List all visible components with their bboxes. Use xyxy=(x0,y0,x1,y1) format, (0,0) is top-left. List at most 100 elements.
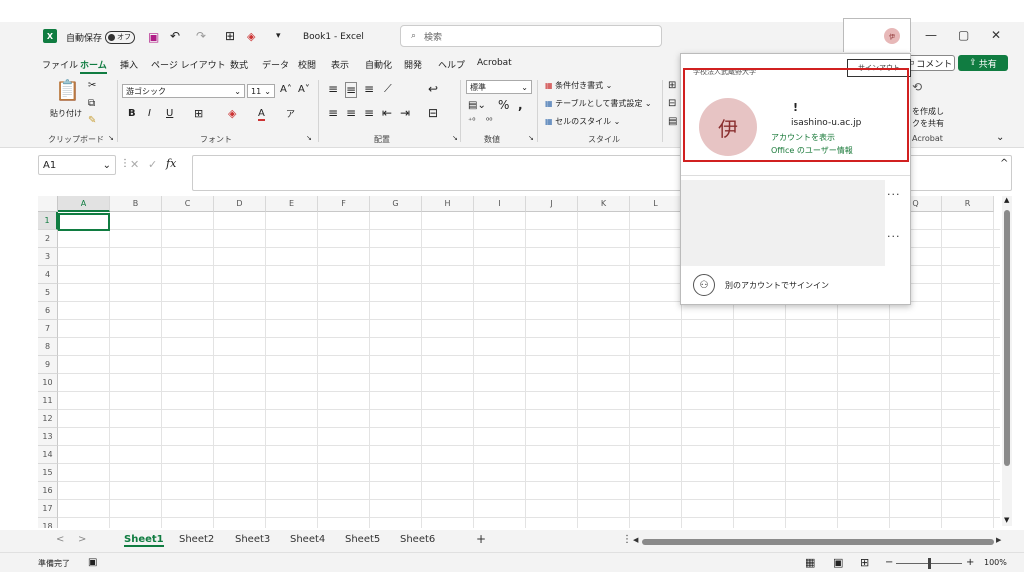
format-as-table-button[interactable]: ▦ テーブルとして書式設定 ⌄ xyxy=(545,98,652,109)
row-header[interactable]: 3 xyxy=(38,248,58,266)
column-header[interactable]: B xyxy=(110,196,162,212)
more-options-icon[interactable]: ··· xyxy=(887,188,901,201)
restore-icon[interactable]: ▢ xyxy=(958,28,969,42)
sheet-tab[interactable]: Sheet2 xyxy=(179,534,214,545)
page-layout-view-icon[interactable]: ▣ xyxy=(833,556,843,569)
column-header[interactable]: E xyxy=(266,196,318,212)
row-header[interactable]: 9 xyxy=(38,356,58,374)
search-box[interactable]: ⌕ 検索 xyxy=(400,25,662,47)
accessibility-icon[interactable]: ▣ xyxy=(88,557,97,568)
account-button[interactable] xyxy=(843,18,911,53)
tab-page-layout[interactable]: ページ レイアウト xyxy=(151,58,226,71)
align-bottom-icon[interactable]: ≡ xyxy=(364,82,374,96)
bold-icon[interactable]: B xyxy=(128,108,136,119)
tab-formulas[interactable]: 数式 xyxy=(230,58,248,71)
row-header[interactable]: 14 xyxy=(38,446,58,464)
row-header[interactable]: 17 xyxy=(38,500,58,518)
normal-view-icon[interactable]: ▦ xyxy=(805,556,815,569)
scroll-right-icon[interactable]: ▶ xyxy=(996,536,1001,544)
orientation-icon[interactable]: ⟋ xyxy=(384,82,392,96)
prev-sheet-icon[interactable]: < xyxy=(56,534,64,545)
format-painter-icon[interactable]: ✎ xyxy=(88,115,96,126)
row-header[interactable]: 16 xyxy=(38,482,58,500)
active-cell[interactable] xyxy=(58,213,110,231)
save-icon[interactable]: ▣ xyxy=(148,29,159,45)
add-sheet-icon[interactable]: + xyxy=(476,532,486,546)
merge-center-icon[interactable]: ⊟ xyxy=(428,106,438,120)
wrap-text-icon[interactable]: ↩ xyxy=(428,82,438,96)
tab-review[interactable]: 校閲 xyxy=(298,58,316,71)
column-header[interactable]: I xyxy=(474,196,526,212)
tab-file[interactable]: ファイル xyxy=(42,58,78,71)
row-header[interactable]: 5 xyxy=(38,284,58,302)
collapse-ribbon-icon[interactable]: ⌄ xyxy=(996,132,1004,143)
tab-data[interactable]: データ xyxy=(262,58,289,71)
share-button[interactable]: ⇪ 共有 xyxy=(958,55,1008,71)
column-header[interactable]: H xyxy=(422,196,474,212)
increase-indent-icon[interactable]: ⇥ xyxy=(400,106,410,120)
border-icon[interactable]: ⊞ xyxy=(194,107,203,120)
align-middle-icon[interactable]: ≡ xyxy=(345,82,358,98)
row-header[interactable]: 12 xyxy=(38,410,58,428)
horizontal-scroll-thumb[interactable] xyxy=(642,539,994,545)
row-header[interactable]: 2 xyxy=(38,230,58,248)
borders-icon[interactable]: ⊞ xyxy=(225,28,235,44)
alignment-launcher-icon[interactable]: ↘ xyxy=(452,134,458,142)
zoom-level[interactable]: 100% xyxy=(984,558,1007,567)
minimize-icon[interactable]: — xyxy=(925,28,937,42)
align-left-icon[interactable]: ≡ xyxy=(328,106,338,120)
font-launcher-icon[interactable]: ↘ xyxy=(306,134,312,142)
next-sheet-icon[interactable]: > xyxy=(78,534,86,545)
signin-other-account[interactable]: ⚇ 別のアカウントでサインイン xyxy=(693,274,829,296)
column-header[interactable]: L xyxy=(630,196,682,212)
clipboard-launcher-icon[interactable]: ↘ xyxy=(108,134,114,142)
column-header[interactable]: G xyxy=(370,196,422,212)
acrobat-share-icon[interactable]: ⟲ xyxy=(912,80,922,94)
row-header[interactable]: 7 xyxy=(38,320,58,338)
underline-icon[interactable]: U xyxy=(166,108,173,119)
percent-icon[interactable]: % xyxy=(498,98,509,112)
sheet-tab[interactable]: Sheet6 xyxy=(400,534,435,545)
page-break-view-icon[interactable]: ⊞ xyxy=(860,556,869,569)
align-top-icon[interactable]: ≡ xyxy=(328,82,338,96)
column-header[interactable]: C xyxy=(162,196,214,212)
zoom-out-icon[interactable]: − xyxy=(885,557,893,568)
sheet-tab[interactable]: Sheet3 xyxy=(235,534,270,545)
decrease-indent-icon[interactable]: ⇤ xyxy=(382,106,392,120)
select-all-corner[interactable] xyxy=(38,196,58,212)
scroll-down-icon[interactable]: ▼ xyxy=(1004,516,1009,524)
tab-acrobat[interactable]: Acrobat xyxy=(477,58,512,68)
row-header[interactable]: 11 xyxy=(38,392,58,410)
font-color-icon[interactable]: A xyxy=(258,108,265,121)
paste-label[interactable]: 貼り付け xyxy=(50,108,82,119)
decrease-font-icon[interactable]: A˅ xyxy=(298,84,310,95)
autosave-toggle[interactable]: オフ xyxy=(105,30,136,44)
row-header[interactable]: 10 xyxy=(38,374,58,392)
vertical-scrollbar[interactable]: ▲ ▼ xyxy=(1002,196,1012,526)
column-header[interactable]: J xyxy=(526,196,578,212)
view-account-link[interactable]: アカウントを表示 xyxy=(771,132,835,143)
tab-developer[interactable]: 開発 xyxy=(404,58,422,71)
phonetic-icon[interactable]: ア xyxy=(286,107,295,120)
name-box[interactable]: A1 ⌄ xyxy=(38,155,116,175)
conditional-format-button[interactable]: ▦ 条件付き書式 ⌄ xyxy=(545,80,612,91)
format-cells-icon[interactable]: ▤ xyxy=(668,116,677,127)
delete-cells-icon[interactable]: ⊟ xyxy=(668,98,676,109)
acrobat-line2[interactable]: クを共有 xyxy=(912,118,944,129)
sheet-tab[interactable]: Sheet5 xyxy=(345,534,380,545)
comma-style-icon[interactable]: , xyxy=(518,98,523,112)
more-options-icon[interactable]: ··· xyxy=(887,230,901,243)
tab-help[interactable]: ヘルプ xyxy=(438,58,465,71)
zoom-slider-thumb[interactable] xyxy=(928,558,931,569)
sheet-tab[interactable]: Sheet4 xyxy=(290,534,325,545)
office-user-info-link[interactable]: Office のユーザー情報 xyxy=(771,145,853,156)
cut-icon[interactable]: ✂ xyxy=(88,80,96,91)
sheet-options-icon[interactable]: ⋮ xyxy=(622,534,632,545)
account-avatar-small[interactable]: 伊 xyxy=(884,28,900,44)
tab-view[interactable]: 表示 xyxy=(331,58,349,71)
copy-icon[interactable]: ⧉ xyxy=(88,98,95,109)
tab-insert[interactable]: 挿入 xyxy=(120,58,138,71)
close-icon[interactable]: ✕ xyxy=(991,28,1001,42)
redo-icon[interactable]: ↷ xyxy=(196,28,206,44)
column-header[interactable]: R xyxy=(942,196,994,212)
